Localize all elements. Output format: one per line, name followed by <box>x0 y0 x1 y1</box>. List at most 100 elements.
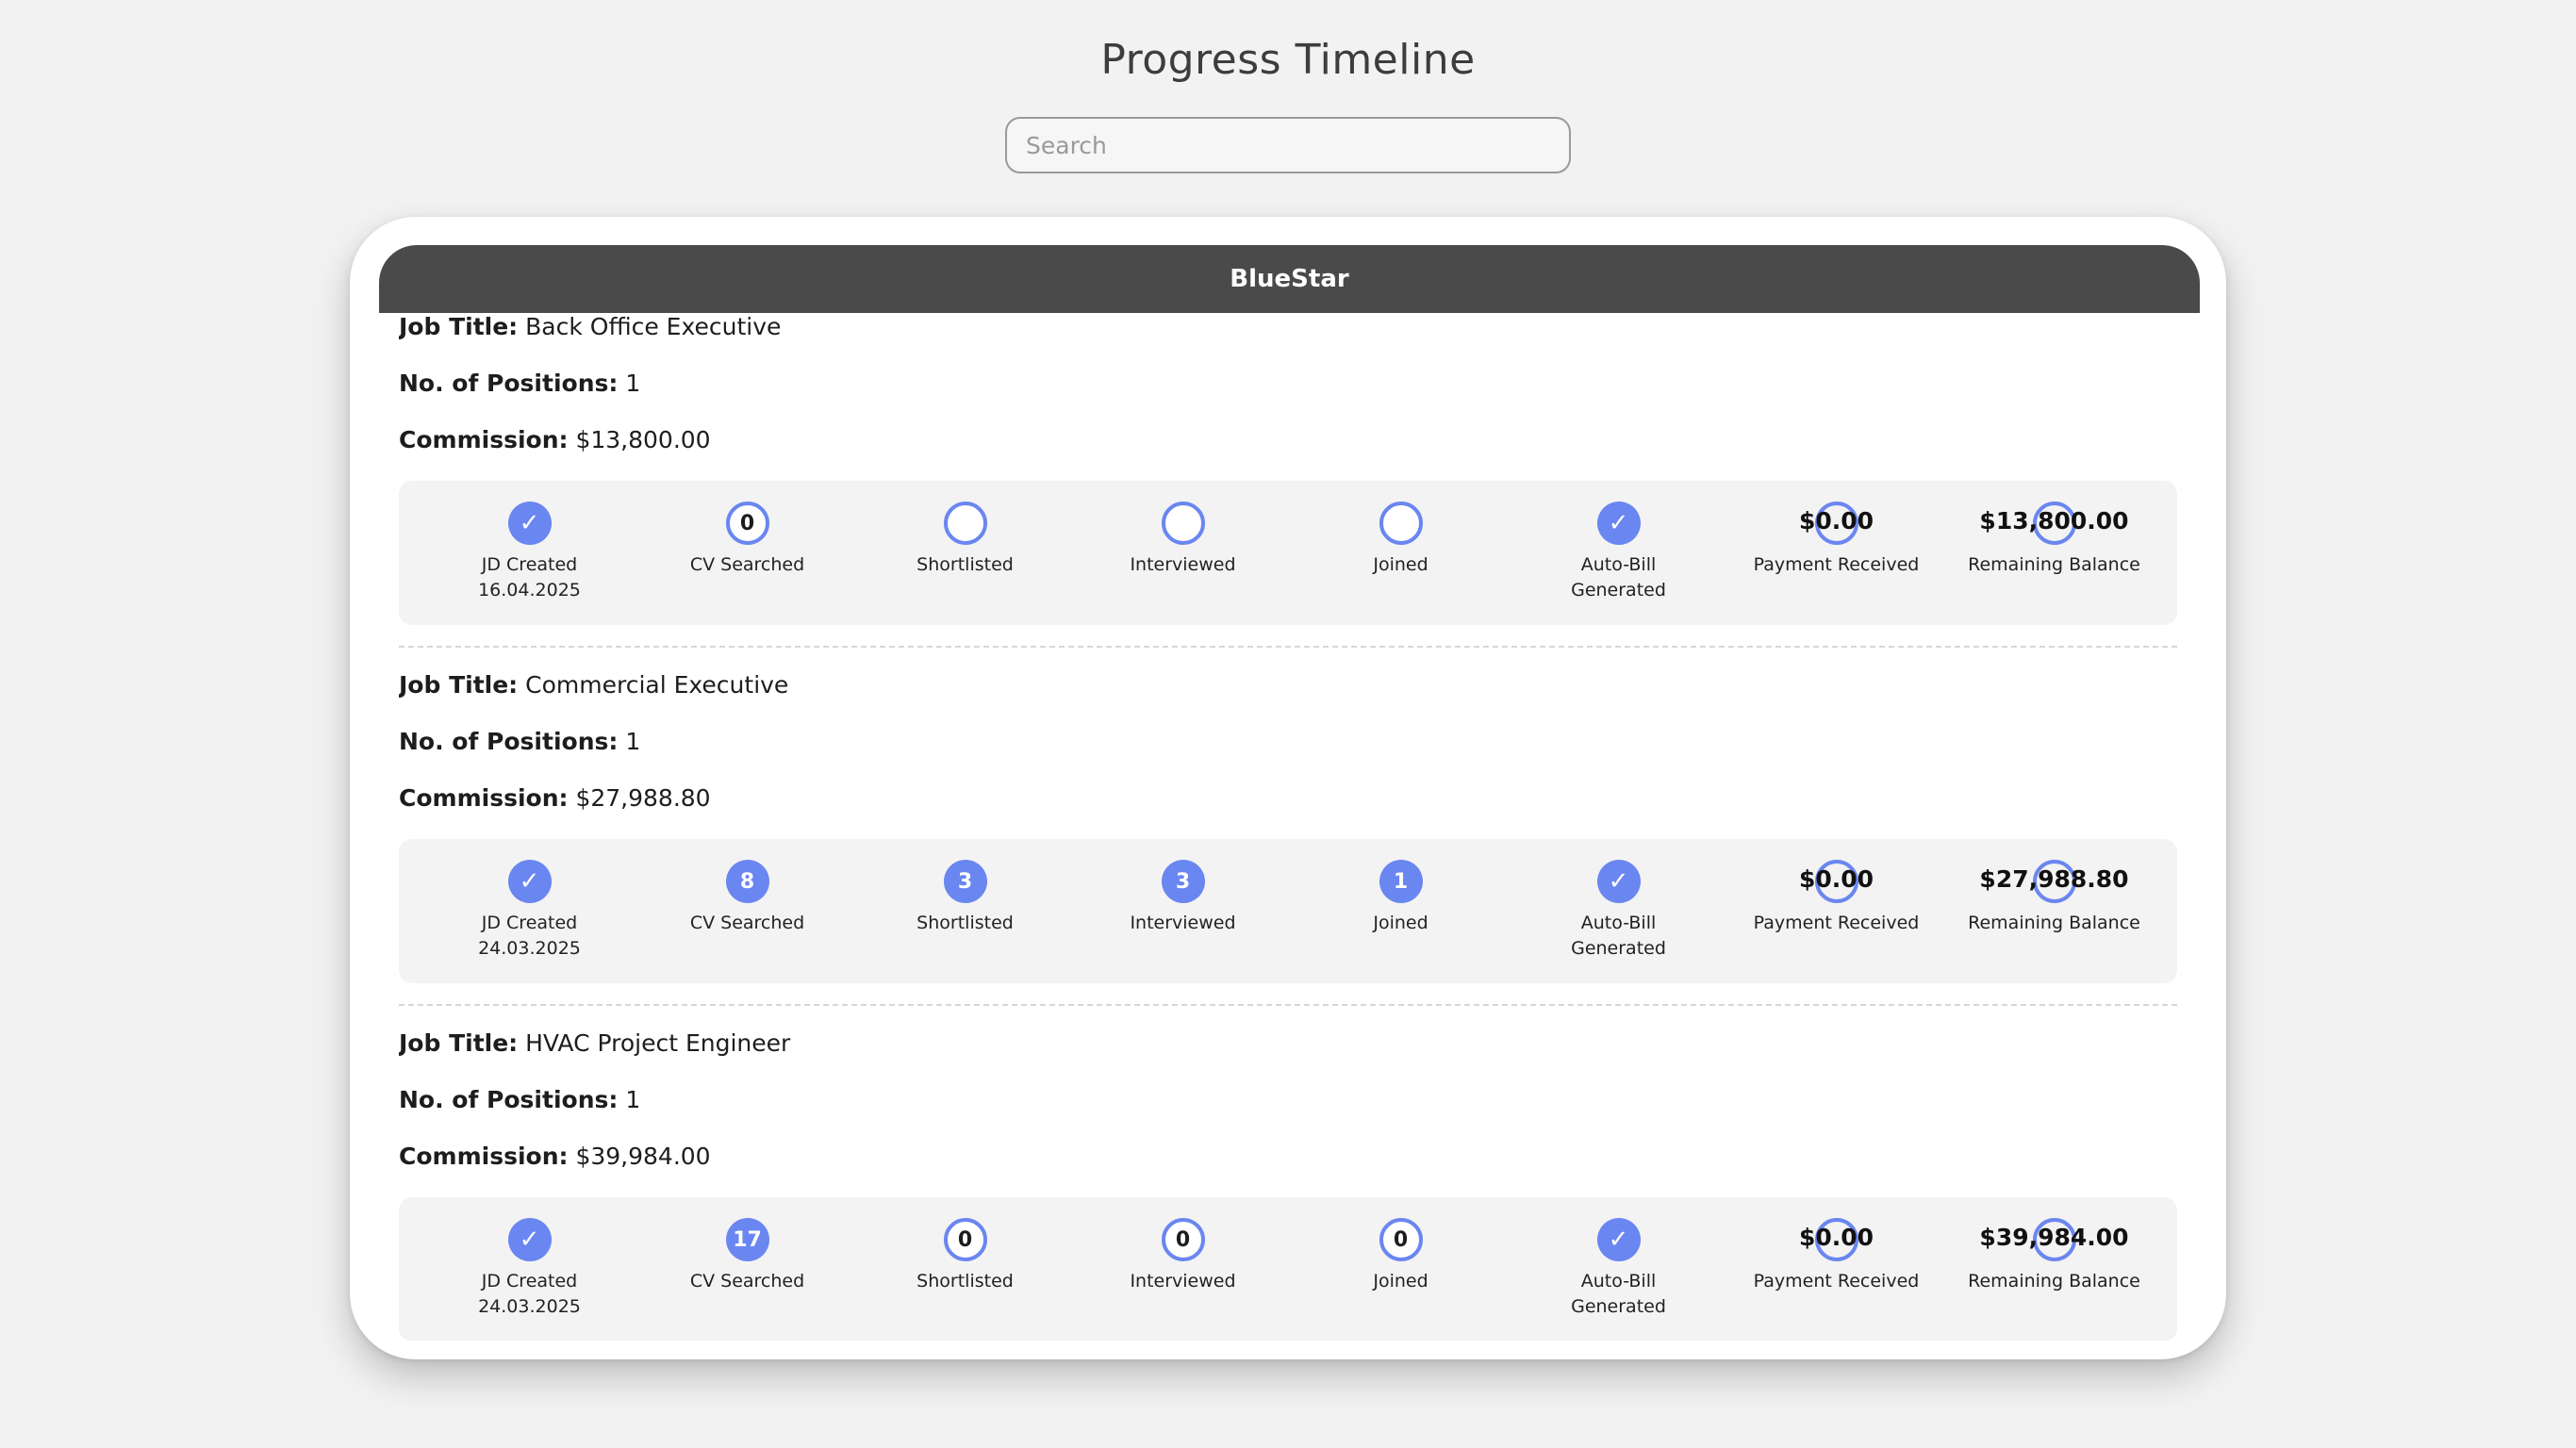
step-label-main: Remaining Balance <box>1968 913 2140 933</box>
step-interviewed: Interviewed <box>1074 481 1292 625</box>
step-payment-received: $0.00 Payment Received <box>1727 839 1945 983</box>
search-input[interactable] <box>1005 117 1571 173</box>
positions-label: No. of Positions: <box>399 728 619 755</box>
step-label: Payment Received <box>1727 552 1945 578</box>
step-remaining-balance: $13,800.00 Remaining Balance <box>1945 481 2163 625</box>
step-label: Shortlisted <box>856 911 1074 936</box>
count-badge: 3 <box>943 860 987 903</box>
step-label-sub: Generated <box>1571 1296 1666 1317</box>
step-label: CV Searched <box>638 1269 856 1294</box>
step-label-main: Joined <box>1373 554 1428 575</box>
step-label-main: Auto-Bill <box>1580 913 1657 933</box>
job-block: Job Title: HVAC Project Engineer No. of P… <box>399 1029 2177 1341</box>
step-label-main: Interviewed <box>1130 1271 1236 1292</box>
job-title-value: Back Office Executive <box>525 313 782 340</box>
step-auto-bill: ✓ Auto-Bill Generated <box>1510 481 1727 625</box>
commission: Commission: $27,988.80 <box>399 784 711 812</box>
step-label: Auto-Bill Generated <box>1510 911 1727 962</box>
step-label-main: Shortlisted <box>916 913 1014 933</box>
step-cv-searched: 17 CV Searched <box>638 1197 856 1341</box>
step-joined: 1 Joined <box>1292 839 1510 983</box>
job-block: Job Title: Back Office Executive No. of P… <box>399 313 2177 671</box>
amount-value: $0.00 <box>1798 1224 1874 1251</box>
positions: No. of Positions: 1 <box>399 728 640 755</box>
job-title: Job Title: HVAC Project Engineer <box>399 1029 790 1057</box>
positions: No. of Positions: 1 <box>399 1086 640 1113</box>
step-label-main: CV Searched <box>689 913 805 933</box>
check-icon: ✓ <box>1596 860 1641 903</box>
client-card: BlueStar Job Title: Back Office Executiv… <box>350 217 2226 1359</box>
commission-label: Commission: <box>399 784 569 812</box>
positions: No. of Positions: 1 <box>399 370 640 397</box>
step-label-sub: 24.03.2025 <box>478 1296 581 1317</box>
empty-circle-icon <box>1379 502 1423 545</box>
step-label-main: Shortlisted <box>916 554 1014 575</box>
positions-value: 1 <box>625 1086 641 1113</box>
count-badge: 0 <box>1379 1218 1423 1261</box>
count-badge: 8 <box>725 860 769 903</box>
step-label-main: Auto-Bill <box>1580 554 1657 575</box>
commission-label: Commission: <box>399 1143 569 1170</box>
check-icon: ✓ <box>507 502 552 545</box>
positions-label: No. of Positions: <box>399 370 619 397</box>
amount-value: $0.00 <box>1798 865 1874 893</box>
progress-steps: ✓ JD Created 24.03.2025 8 CV Searched 3 Shortl… <box>399 839 2177 983</box>
job-title: Job Title: Commercial Executive <box>399 671 788 699</box>
amount-value: $13,800.00 <box>1979 507 2129 535</box>
step-label: CV Searched <box>638 911 856 936</box>
step-label-main: JD Created <box>481 554 578 575</box>
step-remaining-balance: $27,988.80 Remaining Balance <box>1945 839 2163 983</box>
step-label: Joined <box>1292 911 1510 936</box>
step-label: Interviewed <box>1074 552 1292 578</box>
empty-circle-icon <box>943 502 987 545</box>
step-auto-bill: ✓ Auto-Bill Generated <box>1510 1197 1727 1341</box>
step-label-main: CV Searched <box>689 1271 805 1292</box>
step-remaining-balance: $39,984.00 Remaining Balance <box>1945 1197 2163 1341</box>
commission-label: Commission: <box>399 426 569 453</box>
step-payment-received: $0.00 Payment Received <box>1727 1197 1945 1341</box>
step-label: CV Searched <box>638 552 856 578</box>
step-label-sub: Generated <box>1571 580 1666 601</box>
step-joined: 0 Joined <box>1292 1197 1510 1341</box>
job-title-value: HVAC Project Engineer <box>525 1029 791 1057</box>
page-title: Progress Timeline <box>1100 36 1476 84</box>
step-label-main: Joined <box>1373 913 1428 933</box>
job-title-value: Commercial Executive <box>525 671 789 699</box>
step-shortlisted: 0 Shortlisted <box>856 1197 1074 1341</box>
step-label-main: Payment Received <box>1753 913 1920 933</box>
step-auto-bill: ✓ Auto-Bill Generated <box>1510 839 1727 983</box>
job-title-label: Job Title: <box>399 313 519 340</box>
count-badge: 3 <box>1161 860 1205 903</box>
step-label: Interviewed <box>1074 1269 1292 1294</box>
step-label: Payment Received <box>1727 1269 1945 1294</box>
step-label: JD Created 24.03.2025 <box>421 911 638 962</box>
job-title-label: Job Title: <box>399 1029 519 1057</box>
job-divider <box>399 646 2177 648</box>
step-label-main: Interviewed <box>1130 913 1236 933</box>
check-icon: ✓ <box>507 860 552 903</box>
step-label: Shortlisted <box>856 552 1074 578</box>
step-label: Remaining Balance <box>1945 552 2163 578</box>
count-badge: 17 <box>725 1218 769 1261</box>
step-label-main: Payment Received <box>1753 554 1920 575</box>
step-label: Remaining Balance <box>1945 911 2163 936</box>
step-label-main: Interviewed <box>1130 554 1236 575</box>
step-jd-created: ✓ JD Created 16.04.2025 <box>421 481 638 625</box>
job-block: Job Title: Commercial Executive No. of Po… <box>399 671 2177 1029</box>
step-label: Joined <box>1292 552 1510 578</box>
step-interviewed: 3 Interviewed <box>1074 839 1292 983</box>
amount-value: $27,988.80 <box>1979 865 2129 893</box>
step-label: Interviewed <box>1074 911 1292 936</box>
positions-label: No. of Positions: <box>399 1086 619 1113</box>
step-cv-searched: 0 CV Searched <box>638 481 856 625</box>
step-label: JD Created 24.03.2025 <box>421 1269 638 1320</box>
step-label-main: Shortlisted <box>916 1271 1014 1292</box>
count-badge: 0 <box>943 1218 987 1261</box>
step-label-sub: Generated <box>1571 938 1666 959</box>
step-joined: Joined <box>1292 481 1510 625</box>
count-badge: 1 <box>1379 860 1423 903</box>
count-badge: 0 <box>725 502 769 545</box>
commission-value: $13,800.00 <box>575 426 711 453</box>
step-label: Shortlisted <box>856 1269 1074 1294</box>
progress-steps: ✓ JD Created 24.03.2025 17 CV Searched 0 Short… <box>399 1197 2177 1341</box>
